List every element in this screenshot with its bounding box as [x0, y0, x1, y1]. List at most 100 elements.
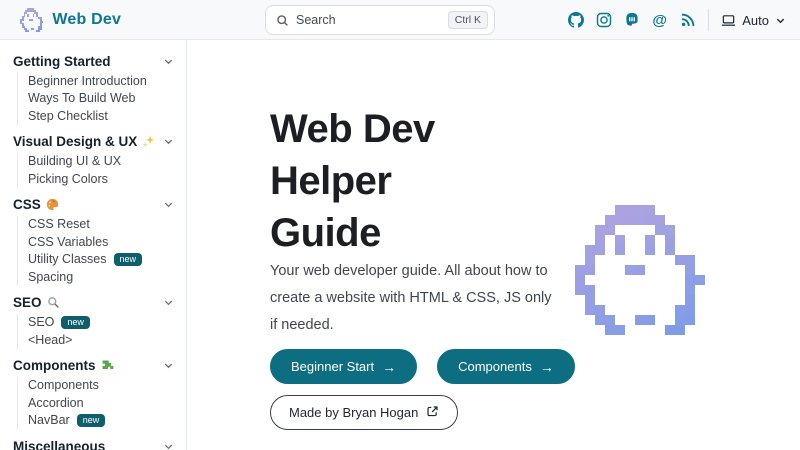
- search-shortcut: Ctrl K: [448, 11, 488, 29]
- section-label: Visual Design & UX: [13, 134, 137, 149]
- sidebar-item-label: NavBar: [28, 413, 70, 427]
- chevron-down-icon[interactable]: [163, 56, 174, 67]
- sidebar-item-label: CSS Variables: [28, 235, 108, 249]
- magnifier-icon: [47, 296, 60, 309]
- puzzle-icon: [101, 359, 114, 372]
- sidebar-section-items: Components Accordion NavBar new: [17, 377, 174, 430]
- search-placeholder: Search: [296, 13, 441, 27]
- beginner-start-button[interactable]: Beginner Start →: [270, 349, 417, 384]
- palette-icon: [46, 198, 59, 211]
- sidebar-section: Visual Design & UX Building UI & UX Pickin…: [13, 131, 174, 188]
- title-line-2: Helper: [270, 155, 435, 207]
- sidebar-section-items: CSS Reset CSS Variables Utility Classes new…: [17, 216, 174, 286]
- new-badge: new: [61, 316, 90, 329]
- button-label: Made by Bryan Hogan: [289, 405, 418, 420]
- header-divider: [708, 9, 709, 31]
- sidebar-item-label: Step Checklist: [28, 109, 108, 123]
- sidebar-item[interactable]: <Head>: [18, 331, 174, 349]
- hero-tagline: Your web developer guide. All about how …: [270, 258, 562, 339]
- section-label: Components: [13, 358, 96, 373]
- section-label: Miscellaneous: [13, 439, 105, 450]
- sidebar-item[interactable]: Spacing: [18, 268, 174, 286]
- sidebar-section-items: Building UI & UX Picking Colors: [17, 153, 174, 188]
- sidebar-item[interactable]: Picking Colors: [18, 170, 174, 188]
- chevron-down-icon[interactable]: [163, 441, 174, 450]
- sidebar-item[interactable]: NavBar new: [18, 412, 174, 430]
- page-title: Web Dev Helper Guide: [270, 103, 435, 259]
- sidebar-item[interactable]: CSS Variables: [18, 233, 174, 251]
- arrow-right-icon: →: [540, 360, 554, 374]
- sidebar-item[interactable]: Building UI & UX: [18, 153, 174, 171]
- sidebar-item-label: Components: [28, 378, 99, 392]
- components-button[interactable]: Components →: [437, 349, 575, 384]
- sidebar-item[interactable]: SEO new: [18, 314, 174, 332]
- sidebar-item[interactable]: CSS Reset: [18, 216, 174, 234]
- social-links: @: [567, 12, 696, 29]
- sidebar-section-title[interactable]: Components: [13, 355, 174, 377]
- sidebar-item-label: Picking Colors: [28, 172, 108, 186]
- sidebar-section: SEOSEO new <Head>: [13, 292, 174, 349]
- hero-buttons-secondary: Made by Bryan Hogan: [270, 395, 458, 430]
- main-content: Web Dev Helper Guide Your web developer …: [187, 40, 800, 450]
- sidebar-section-title[interactable]: Miscellaneous: [13, 435, 174, 450]
- chevron-down-icon[interactable]: [163, 297, 174, 308]
- sidebar-item[interactable]: Step Checklist: [18, 107, 174, 125]
- rss-icon[interactable]: [679, 12, 696, 29]
- sidebar-item[interactable]: Ways To Build Web: [18, 90, 174, 108]
- site-logo[interactable]: Web Dev: [20, 0, 121, 40]
- title-line-3: Guide: [270, 207, 435, 259]
- title-line-1: Web Dev: [270, 103, 435, 155]
- site-title: Web Dev: [52, 11, 121, 29]
- sidebar-item-label: CSS Reset: [28, 217, 90, 231]
- sidebar-section: CSS CSS Reset CSS Variables Utility Classes…: [13, 194, 174, 286]
- button-label: Components: [458, 359, 532, 374]
- sidebar-item[interactable]: Components: [18, 377, 174, 395]
- sidebar-item-label: Accordion: [28, 396, 84, 410]
- sidebar-section-title[interactable]: SEO: [13, 292, 174, 314]
- chevron-down-icon[interactable]: [163, 199, 174, 210]
- sidebar: Getting Started Beginner Introduction Ways…: [0, 40, 187, 450]
- theme-toggle[interactable]: Auto: [721, 13, 786, 28]
- sidebar-section-items: SEO new <Head>: [17, 314, 174, 349]
- sidebar-section-title[interactable]: CSS: [13, 194, 174, 216]
- pixel-penguin-mascot: [575, 205, 705, 335]
- theme-label: Auto: [742, 13, 769, 28]
- sparkles-icon: [142, 135, 155, 148]
- sidebar-item-label: SEO: [28, 315, 54, 329]
- sidebar-section-title[interactable]: Visual Design & UX: [13, 131, 174, 153]
- sidebar-item-label: Ways To Build Web: [28, 91, 135, 105]
- sidebar-item-label: Utility Classes: [28, 252, 107, 266]
- new-badge: new: [114, 253, 143, 266]
- sidebar-item-label: Building UI & UX: [28, 154, 121, 168]
- hero-buttons-primary: Beginner Start → Components →: [270, 349, 575, 384]
- logo-penguin-icon: [20, 8, 43, 31]
- instagram-icon[interactable]: [595, 12, 612, 29]
- chevron-down-icon[interactable]: [163, 136, 174, 147]
- button-label: Beginner Start: [291, 359, 374, 374]
- sidebar-section-title[interactable]: Getting Started: [13, 50, 174, 72]
- sidebar-item-label: Beginner Introduction: [28, 74, 147, 88]
- sidebar-item[interactable]: Utility Classes new: [18, 251, 174, 269]
- arrow-right-icon: →: [382, 360, 396, 374]
- header: Web Dev Search Ctrl K @ Auto: [0, 0, 800, 40]
- github-icon[interactable]: [567, 12, 584, 29]
- sidebar-item-label: Spacing: [28, 270, 73, 284]
- sidebar-section-items: Beginner Introduction Ways To Build Web St…: [17, 72, 174, 125]
- threads-icon[interactable]: @: [651, 12, 668, 29]
- chevron-down-icon[interactable]: [163, 360, 174, 371]
- search-input[interactable]: Search Ctrl K: [265, 5, 495, 35]
- laptop-icon: [721, 13, 736, 28]
- section-label: CSS: [13, 197, 41, 212]
- sidebar-item[interactable]: Accordion: [18, 394, 174, 412]
- sidebar-item-label: <Head>: [28, 333, 72, 347]
- sidebar-section: MiscellaneousAboutStay Updated: [13, 435, 174, 450]
- chevron-down-icon: [775, 15, 786, 26]
- made-by-bryan-hogan-button[interactable]: Made by Bryan Hogan: [270, 395, 458, 430]
- external-link-icon: [426, 405, 439, 420]
- new-badge: new: [77, 414, 106, 427]
- mastodon-icon[interactable]: [623, 12, 640, 29]
- header-right: @ Auto: [567, 0, 786, 40]
- sidebar-section: Components Components Accordion NavBar new: [13, 355, 174, 430]
- sidebar-item[interactable]: Beginner Introduction: [18, 72, 174, 90]
- search-icon: [276, 14, 289, 27]
